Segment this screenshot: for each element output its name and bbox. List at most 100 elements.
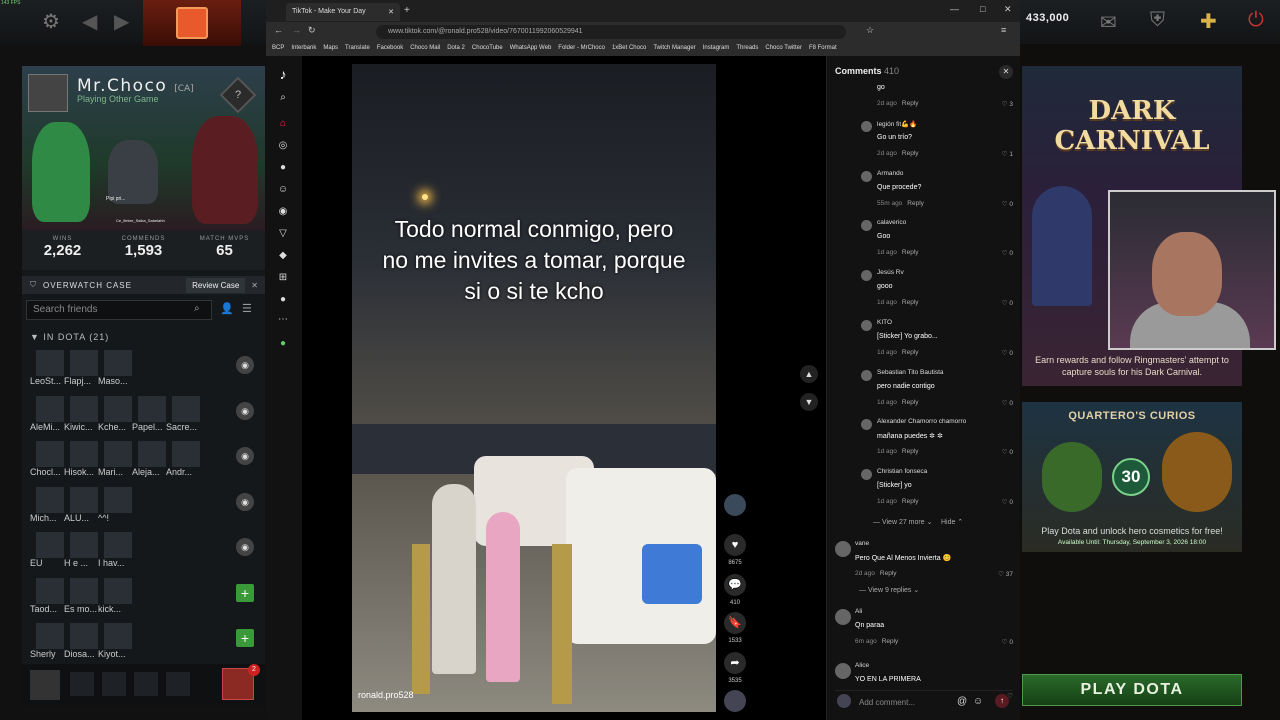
comment-user[interactable]: calaverico [877,219,906,226]
comment-user[interactable]: vane [855,540,869,547]
emoji-icon[interactable]: ☺ [973,696,983,707]
comment-likes[interactable]: ♡ 0 [1002,638,1013,646]
comment-user[interactable]: Alice [855,662,869,669]
watch-game-icon[interactable]: ◉ [236,492,254,511]
bookmark-item[interactable]: WhatsApp Web [510,45,552,53]
friend-avatar[interactable] [172,395,200,422]
comment-avatar[interactable] [861,121,872,132]
reply-button[interactable]: Reply [882,638,899,645]
reply-button[interactable]: Reply [902,150,919,157]
friend-avatar[interactable] [70,350,98,376]
comment-likes[interactable]: ♡ 37 [998,570,1013,578]
watch-game-icon[interactable]: ◉ [236,538,254,556]
comment-likes[interactable]: ♡ 1 [1002,150,1013,158]
next-video-icon[interactable]: ▼ [800,393,818,411]
tab-tiktok[interactable]: TikTok - Make Your Day ✕ [286,3,400,21]
comment-avatar[interactable] [861,369,872,381]
tiktok-logo-icon[interactable]: ♪ [276,66,290,82]
bookmark-item[interactable]: Folder - MrChoco [558,45,605,53]
upload-icon[interactable]: ⊞ [276,272,290,286]
bookmark-item[interactable]: Interbank [291,45,316,53]
friend-avatar[interactable] [172,441,200,467]
more-icon[interactable]: ⋯ [276,314,290,328]
watch-game-icon[interactable]: ◉ [236,401,254,420]
friend-avatar[interactable] [138,441,166,467]
friend-avatar[interactable] [70,532,98,558]
menu-icon[interactable]: ≡ [1001,25,1006,35]
settings-gear-icon[interactable]: ⚙ [42,9,60,34]
bookmark-item[interactable]: Maps [323,45,338,53]
comment-user[interactable]: Jesús Rv [877,269,904,276]
search-icon[interactable]: ⌕ [276,92,290,106]
friend-avatar[interactable] [36,395,64,422]
bookmark-item[interactable]: Dota 2 [447,45,465,53]
comment-user[interactable]: Armando [877,170,903,177]
inbox-icon[interactable]: ◆ [276,250,290,264]
comment-user[interactable]: Sebastian Tito Bautista [877,369,944,376]
view-replies-button[interactable]: — View 9 replies ⌄ [859,586,919,594]
like-icon[interactable]: ♥ [724,534,746,556]
friend-avatar[interactable] [104,441,132,467]
avatar[interactable] [28,74,68,112]
friend-avatar[interactable] [70,441,98,467]
following-icon[interactable]: ● [276,162,290,176]
comment-likes[interactable]: ♡ 0 [1002,249,1013,257]
comment-icon[interactable]: 💬 [724,574,746,596]
view-more-replies-button[interactable]: — View 27 more ⌄ [873,518,932,526]
friend-avatar[interactable] [104,350,132,376]
dota-logo-button[interactable] [143,0,241,46]
comment-avatar[interactable] [861,220,872,232]
friend-avatar[interactable] [70,395,98,422]
friends-list-icon[interactable]: ☰ [242,302,252,315]
friend-avatar[interactable] [36,532,64,558]
friend-avatar[interactable] [36,623,64,649]
bookmark-item[interactable]: Choco Twitter [765,45,802,53]
back-icon[interactable]: ← [274,25,283,35]
live-icon[interactable]: ◉ [276,206,290,220]
party-slot[interactable] [166,672,190,696]
reply-button[interactable]: Reply [902,249,919,256]
bookmark-item[interactable]: Facebook [377,45,403,53]
friend-avatar[interactable] [104,577,132,604]
reload-icon[interactable]: ↻ [308,25,316,36]
bookmark-item[interactable]: Twitch Manager [653,45,695,53]
friends-icon[interactable]: ☺ [276,184,290,198]
friend-avatar[interactable] [36,486,64,513]
friend-avatar[interactable] [104,395,132,422]
play-dota-button[interactable]: PLAY DOTA [1022,674,1242,706]
party-slot[interactable] [70,672,94,696]
profile-card[interactable]: Mr.Choco [CA] Playing Other Game ? Pipi … [22,66,265,230]
bookmark-item[interactable]: Threads [736,45,758,53]
profile-icon[interactable]: ● [276,294,290,308]
explore-icon[interactable]: ◎ [276,140,290,154]
comment-avatar[interactable] [861,319,872,331]
help-icon[interactable]: ? [219,76,257,114]
forward-icon[interactable]: → [292,25,301,35]
bookmark-item[interactable]: Choco Mail [410,45,440,53]
friend-avatar[interactable] [70,623,98,649]
bookmark-item[interactable]: Translate [345,45,370,53]
party-slot[interactable] [134,672,158,696]
friend-avatar[interactable] [138,395,166,422]
comment-avatar[interactable] [861,270,872,282]
url-input[interactable]: www.tiktok.com/@ronald.pro528/video/7670… [376,25,846,39]
bookmark-item[interactable]: F8 Format [809,45,837,53]
maximize-icon[interactable]: □ [980,4,985,14]
close-icon[interactable]: ✕ [251,281,259,290]
comment-likes[interactable]: ♡ 0 [1002,498,1013,506]
watch-game-icon[interactable]: ◉ [236,356,254,374]
power-icon[interactable]: ⏻ [1248,9,1264,32]
comment-likes[interactable]: ♡ 0 [1002,399,1013,407]
search-friends-input[interactable]: Search friends [26,300,212,320]
back-arrow-icon[interactable]: ◀ [82,9,97,34]
reply-button[interactable]: Reply [902,100,919,107]
mail-icon[interactable]: ✉ [1100,10,1117,35]
armory-icon[interactable]: ⛨ [1150,9,1165,32]
comment-likes[interactable]: ♡ 0 [1002,200,1013,208]
bookmark-item[interactable]: 1xBet Choco [612,45,646,53]
review-case-button[interactable]: Review Case [186,277,246,293]
comment-avatar[interactable] [835,541,851,557]
friend-avatar[interactable] [36,350,64,376]
reply-button[interactable]: Reply [902,448,919,455]
friend-avatar[interactable] [104,623,132,649]
